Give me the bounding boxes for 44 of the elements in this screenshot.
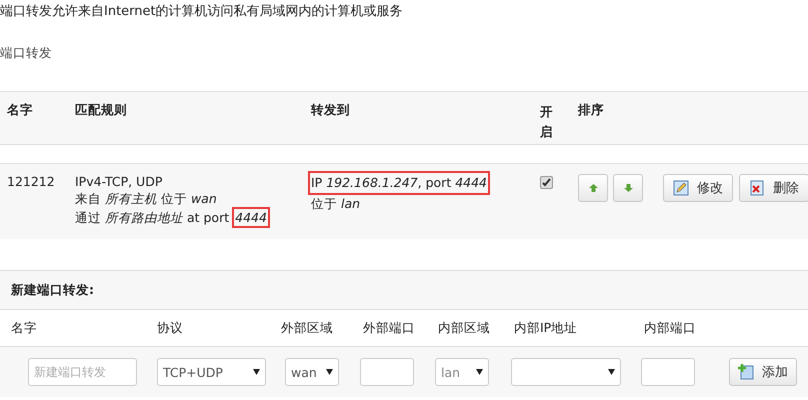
internal-port-input-field[interactable] [641,358,695,386]
external-port-input-field[interactable] [360,358,414,386]
column-header: 协议 [157,319,184,337]
protocol-dropdown[interactable]: TCP+UDP [157,358,266,386]
enable-checkbox[interactable] [540,176,553,189]
match-rule-text: 通过 所有路由地址 at port [75,210,230,225]
column-header: 名字 [7,102,34,119]
edit-button[interactable]: 修改 [663,174,733,202]
move-down-button[interactable] [613,174,643,202]
column-header: 外部端口 [363,319,416,337]
column-header: 名字 [11,319,38,337]
name-input-field[interactable]: 新建端口转发 [28,358,137,386]
table-cell-text: 121212 [7,174,56,189]
column-header: 外部区域 [281,319,334,337]
match-rule-text: IPv4-TCP, UDP [75,174,164,189]
section-title: 新建端口转发: [0,270,808,310]
port-text: 4444 [235,210,267,225]
caret-icon [253,369,260,375]
match-rule-text: 来自 所有主机 位于 wan [75,191,218,208]
column-header: 排序 [578,102,605,119]
forward-zone-text: 位于 lan [311,195,360,214]
pencil-icon [673,180,689,196]
column-header: 匹配规则 [75,102,128,119]
caret-icon [608,369,615,375]
delete-button[interactable]: 删除 [739,174,808,202]
description-text: 端口转发允许来自Internet的计算机访问私有局域网内的计算机或服务 [0,3,404,21]
up-arrow-icon [588,184,598,192]
caret-icon [476,369,483,375]
down-arrow-icon [624,184,632,192]
section-title: 端口转发 [0,45,53,62]
forward-target-text: IP 192.168.1.247, port 4444 [311,174,488,192]
move-up-button[interactable] [578,174,608,202]
internal-zone-dropdown[interactable]: lan [435,358,489,386]
column-header: 转发到 [311,102,351,119]
column-header: 内部端口 [644,319,697,337]
caret-icon [326,369,333,375]
external-zone-dropdown[interactable]: wan [285,358,339,386]
internal-ip-dropdown[interactable] [511,358,621,386]
column-header: 内部区域 [438,319,491,337]
add-icon [738,364,754,380]
add-button[interactable]: 添加 [729,358,797,386]
column-header: 开启 [540,103,553,141]
delete-icon [749,180,765,196]
column-header: 内部IP地址 [514,319,578,337]
